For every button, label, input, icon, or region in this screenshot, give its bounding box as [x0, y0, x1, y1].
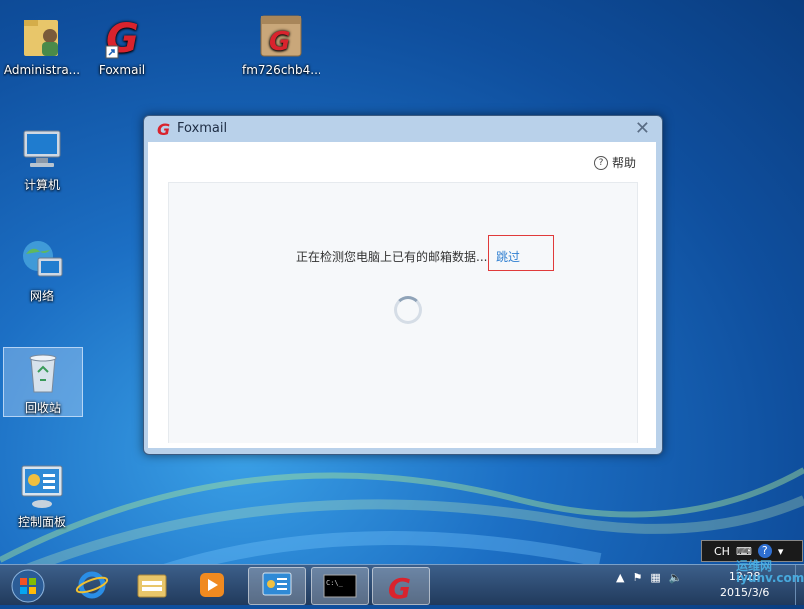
control-panel-icon: [18, 462, 66, 510]
detection-panel: 正在检测您电脑上已有的邮箱数据... 跳过: [168, 182, 638, 443]
foxmail-logo-icon: G: [156, 120, 174, 141]
language-indicator[interactable]: CH: [714, 545, 730, 558]
taskbar-foxmail[interactable]: G: [372, 567, 430, 605]
taskbar-command-prompt[interactable]: C:\_: [311, 567, 369, 605]
media-player-icon: [200, 573, 224, 597]
langbar-options-icon[interactable]: ▾: [778, 545, 784, 558]
desktop-icon-label: 网络: [29, 289, 54, 303]
internet-explorer-icon: [75, 571, 109, 599]
svg-text:G: G: [269, 27, 290, 57]
window-content: ? 帮助 正在检测您电脑上已有的邮箱数据... 跳过: [148, 142, 656, 448]
start-button[interactable]: [8, 567, 48, 605]
taskbar: C:\_ G ▲ ⚑ ▦ 🔈 12:28 2015/3/6: [0, 564, 804, 605]
help-button[interactable]: ? 帮助: [593, 154, 636, 171]
close-icon[interactable]: ✕: [635, 118, 650, 139]
watermark-line2: iyunv.com: [736, 571, 804, 585]
clock-date: 2015/3/6: [720, 586, 770, 599]
network-status-icon[interactable]: ▦: [650, 571, 660, 584]
loading-spinner-icon: [394, 296, 422, 324]
detection-status-text: 正在检测您电脑上已有的邮箱数据...: [296, 250, 488, 264]
taskbar-control-panel[interactable]: [248, 567, 306, 605]
taskbar-ie[interactable]: [64, 567, 120, 603]
folder-icon: [137, 574, 167, 598]
desktop-icon-recycle-bin[interactable]: 回收站: [3, 347, 83, 417]
taskbar-explorer[interactable]: [124, 567, 180, 603]
system-tray: ▲ ⚑ ▦ 🔈: [616, 571, 682, 584]
watermark: 运维网 iyunv.com: [736, 560, 804, 584]
svg-text:C:\_: C:\_: [326, 579, 344, 587]
window-titlebar[interactable]: G Foxmail ✕: [144, 116, 662, 142]
foxmail-installer-icon: G: [257, 12, 305, 60]
help-icon: ?: [593, 155, 608, 170]
svg-text:G: G: [157, 121, 170, 137]
desktop-icon-label: Foxmail: [98, 63, 146, 77]
user-folder-icon: [18, 12, 66, 60]
desktop-icon-label: fm726chb4...: [242, 63, 320, 77]
skip-link[interactable]: 跳过: [496, 248, 520, 265]
desktop-icon-label: 回收站: [24, 401, 61, 415]
help-label: 帮助: [611, 156, 636, 170]
show-hidden-icons-icon[interactable]: ▲: [616, 571, 624, 584]
command-prompt-icon: C:\_: [323, 574, 357, 598]
desktop-icon-administrator[interactable]: Administra...: [3, 12, 81, 77]
desktop-icon-foxmail[interactable]: G Foxmail: [83, 12, 161, 77]
network-icon: [18, 236, 66, 284]
desktop-icon-label: 计算机: [23, 178, 60, 192]
control-panel-icon: [262, 572, 292, 596]
desktop-icon-label: 控制面板: [17, 515, 66, 529]
desktop-icon-computer[interactable]: 计算机: [3, 125, 81, 193]
svg-text:G: G: [388, 572, 411, 604]
foxmail-icon: G: [388, 572, 411, 605]
foxmail-window: G Foxmail ✕ ? 帮助 正在检测您电脑上已有的邮箱数据... 跳过: [143, 115, 663, 455]
computer-icon: [18, 125, 66, 173]
keyboard-icon[interactable]: ⌨: [736, 545, 752, 558]
windows-orb-icon: [11, 569, 45, 603]
help-circle-icon[interactable]: ?: [757, 544, 772, 558]
desktop-icon-control-panel[interactable]: 控制面板: [3, 462, 81, 530]
desktop-icon-installer[interactable]: G fm726chb4...: [242, 12, 320, 77]
desktop-icon-label: Administra...: [3, 63, 81, 77]
taskbar-media-player[interactable]: [184, 567, 240, 603]
volume-icon[interactable]: 🔈: [669, 571, 683, 584]
action-center-icon[interactable]: ⚑: [632, 571, 642, 584]
foxmail-shortcut-icon: G: [98, 12, 146, 62]
recycle-bin-icon: [19, 348, 67, 396]
desktop-icon-network[interactable]: 网络: [3, 236, 81, 304]
window-title: Foxmail: [177, 121, 228, 136]
